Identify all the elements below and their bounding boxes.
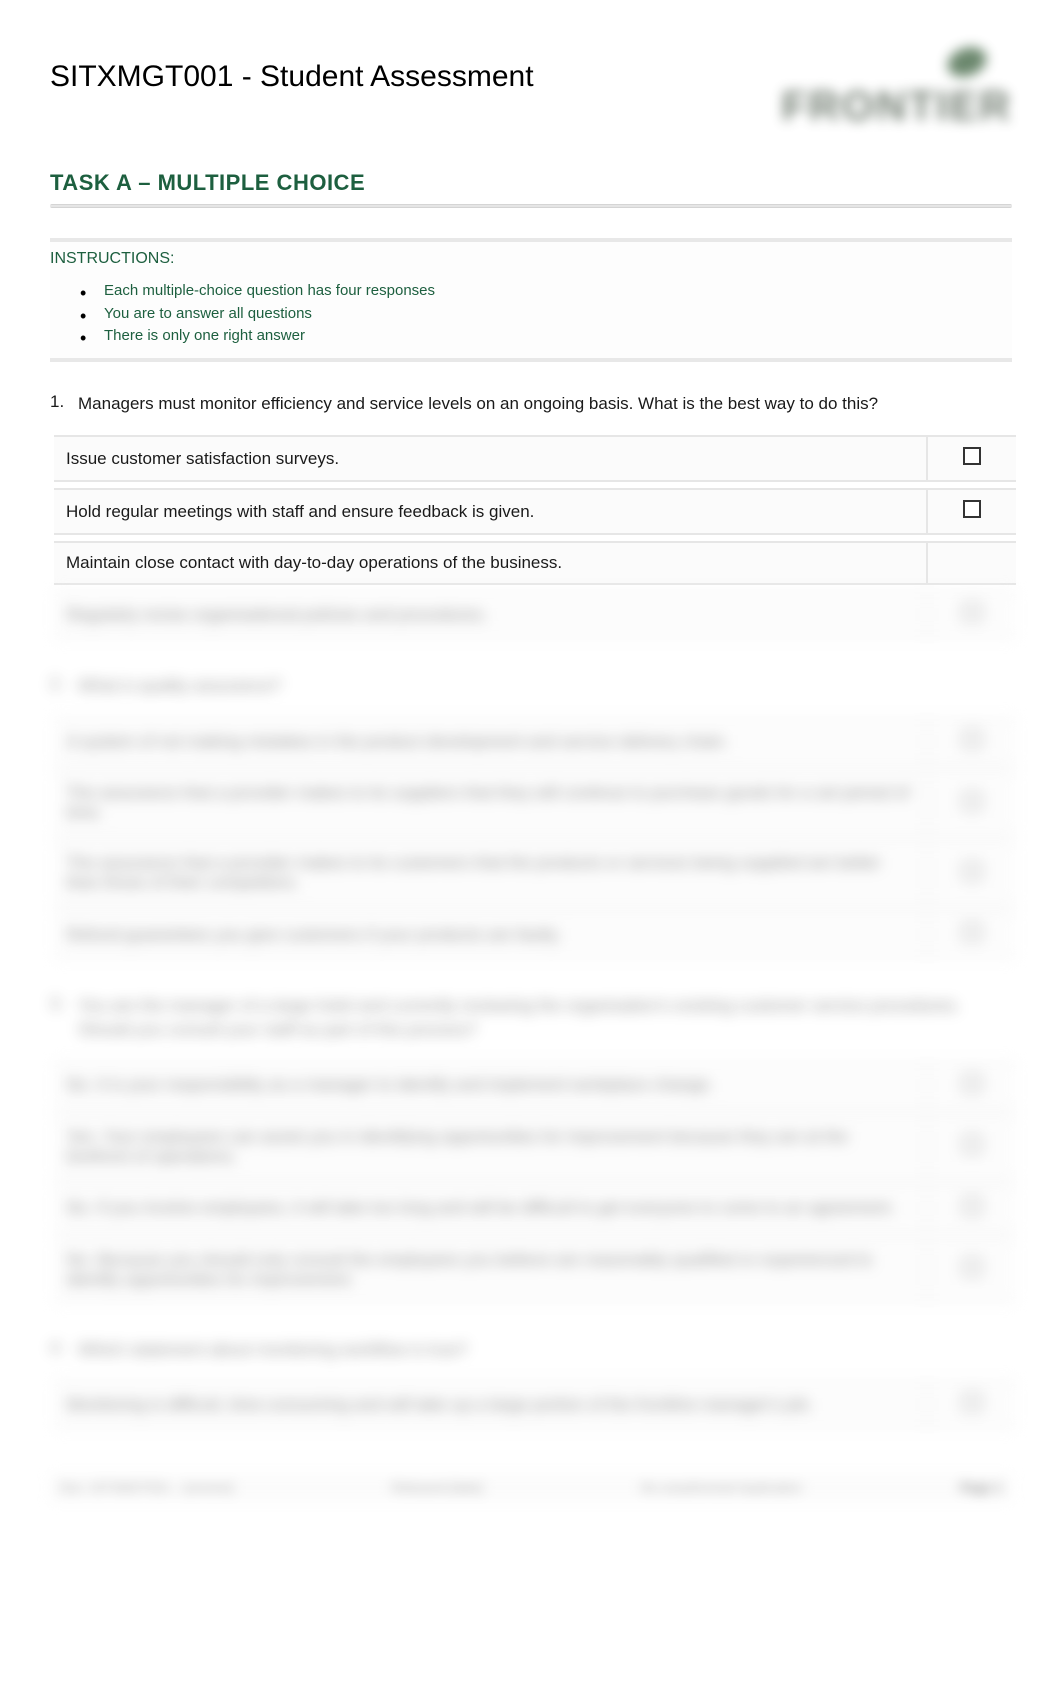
answer-row: Refund guarantees you give customers if … [54,911,1016,958]
answer-text: No. Because you should only consult the … [54,1238,926,1302]
question-number: 1. [50,392,78,416]
answer-checkbox [963,1393,981,1411]
divider [50,204,1012,208]
footer-left: Doc: SITXMGT001 – [version] [60,1480,233,1495]
answer-row: No. If you involve employees, it will ta… [54,1185,1016,1232]
question-block-locked: 3. You are the manager of a large hotel … [50,994,1012,1308]
answers-table: No. It is your responsibility as a manag… [54,1056,1016,1308]
answer-checkbox [963,1258,981,1276]
instructions-list: Each multiple-choice question has four r… [50,280,1012,348]
answer-text: Maintain close contact with day-to-day o… [54,541,926,585]
answer-checkbox[interactable] [963,447,981,465]
answer-text: No. It is your responsibility as a manag… [54,1062,926,1109]
question-text: Managers must monitor efficiency and ser… [78,392,878,416]
instructions-item: You are to answer all questions [80,303,1012,326]
footer-mid: Released [date] [392,1480,483,1495]
answer-text: Refund guarantees you give customers if … [54,911,926,958]
answer-checkbox [963,792,981,810]
instructions-title: INSTRUCTIONS: [50,250,1012,268]
task-heading: TASK A – MULTIPLE CHOICE [50,170,1012,196]
answer-row: Monitoring is difficult, time-consuming … [54,1381,1016,1428]
answer-checkbox [963,1074,981,1092]
answer-text: Yes. Your employees can assist you in id… [54,1115,926,1179]
answer-text: The assurance that a provider makes to i… [54,841,926,905]
answer-checkbox [963,730,981,748]
answer-text: Hold regular meetings with staff and ens… [54,488,926,535]
answer-text: Issue customer satisfaction surveys. [54,435,926,482]
answer-row: No. Because you should only consult the … [54,1238,1016,1302]
question-block-locked: 2. What is quality assurance? A system o… [50,674,1012,964]
answer-text: No. If you involve employees, it will ta… [54,1185,926,1232]
answers-table: Monitoring is difficult, time-consuming … [54,1375,1016,1434]
answers-table: Issue customer satisfaction surveys. Hol… [54,429,1016,644]
answer-checkbox [963,923,981,941]
answer-row: No. It is your responsibility as a manag… [54,1062,1016,1109]
answer-checkbox [963,862,981,880]
instructions-block: INSTRUCTIONS: Each multiple-choice quest… [50,238,1012,362]
question-number: 3. [50,994,78,1042]
answer-checkbox [963,1197,981,1215]
brand-logo-text: FRONTIER [781,82,1012,130]
footer-right: No unauthorised duplication [641,1480,802,1495]
question-text: Which statement about monitoring workflo… [78,1338,467,1362]
page-footer: Doc: SITXMGT001 – [version] Released [da… [50,1474,1012,1501]
answer-text: The assurance that a provider makes to i… [54,771,926,835]
answer-row: Yes. Your employees can assist you in id… [54,1115,1016,1179]
answer-row: Issue customer satisfaction surveys. [54,435,1016,482]
leaf-icon [942,40,992,80]
question-text: You are the manager of a large hotel and… [78,994,1012,1042]
question-number: 4. [50,1338,78,1362]
answer-checkbox[interactable] [963,500,981,518]
answer-row: The assurance that a provider makes to i… [54,771,1016,835]
answer-row: Hold regular meetings with staff and ens… [54,488,1016,535]
question-block-locked: 4. Which statement about monitoring work… [50,1338,1012,1435]
answer-text: Monitoring is difficult, time-consuming … [54,1381,926,1428]
answer-text: A system of not making mistakes in the p… [54,718,926,765]
answer-row: Regularly revise organisational policies… [54,591,1016,638]
question-block: 1. Managers must monitor efficiency and … [50,392,1012,645]
answer-row: Maintain close contact with day-to-day o… [54,541,1016,585]
answer-checkbox[interactable] [963,603,981,621]
page-number: Page 1 [960,1480,1002,1495]
answer-checkbox [963,1135,981,1153]
answer-row: A system of not making mistakes in the p… [54,718,1016,765]
brand-logo: FRONTIER [752,40,1012,140]
answer-text: Regularly revise organisational policies… [54,591,926,638]
document-title: SITXMGT001 - Student Assessment [50,60,534,94]
instructions-item: Each multiple-choice question has four r… [80,280,1012,303]
answer-row: The assurance that a provider makes to i… [54,841,1016,905]
question-text: What is quality assurance? [78,674,281,698]
question-number: 2. [50,674,78,698]
instructions-item: There is only one right answer [80,325,1012,348]
answers-table: A system of not making mistakes in the p… [54,712,1016,964]
